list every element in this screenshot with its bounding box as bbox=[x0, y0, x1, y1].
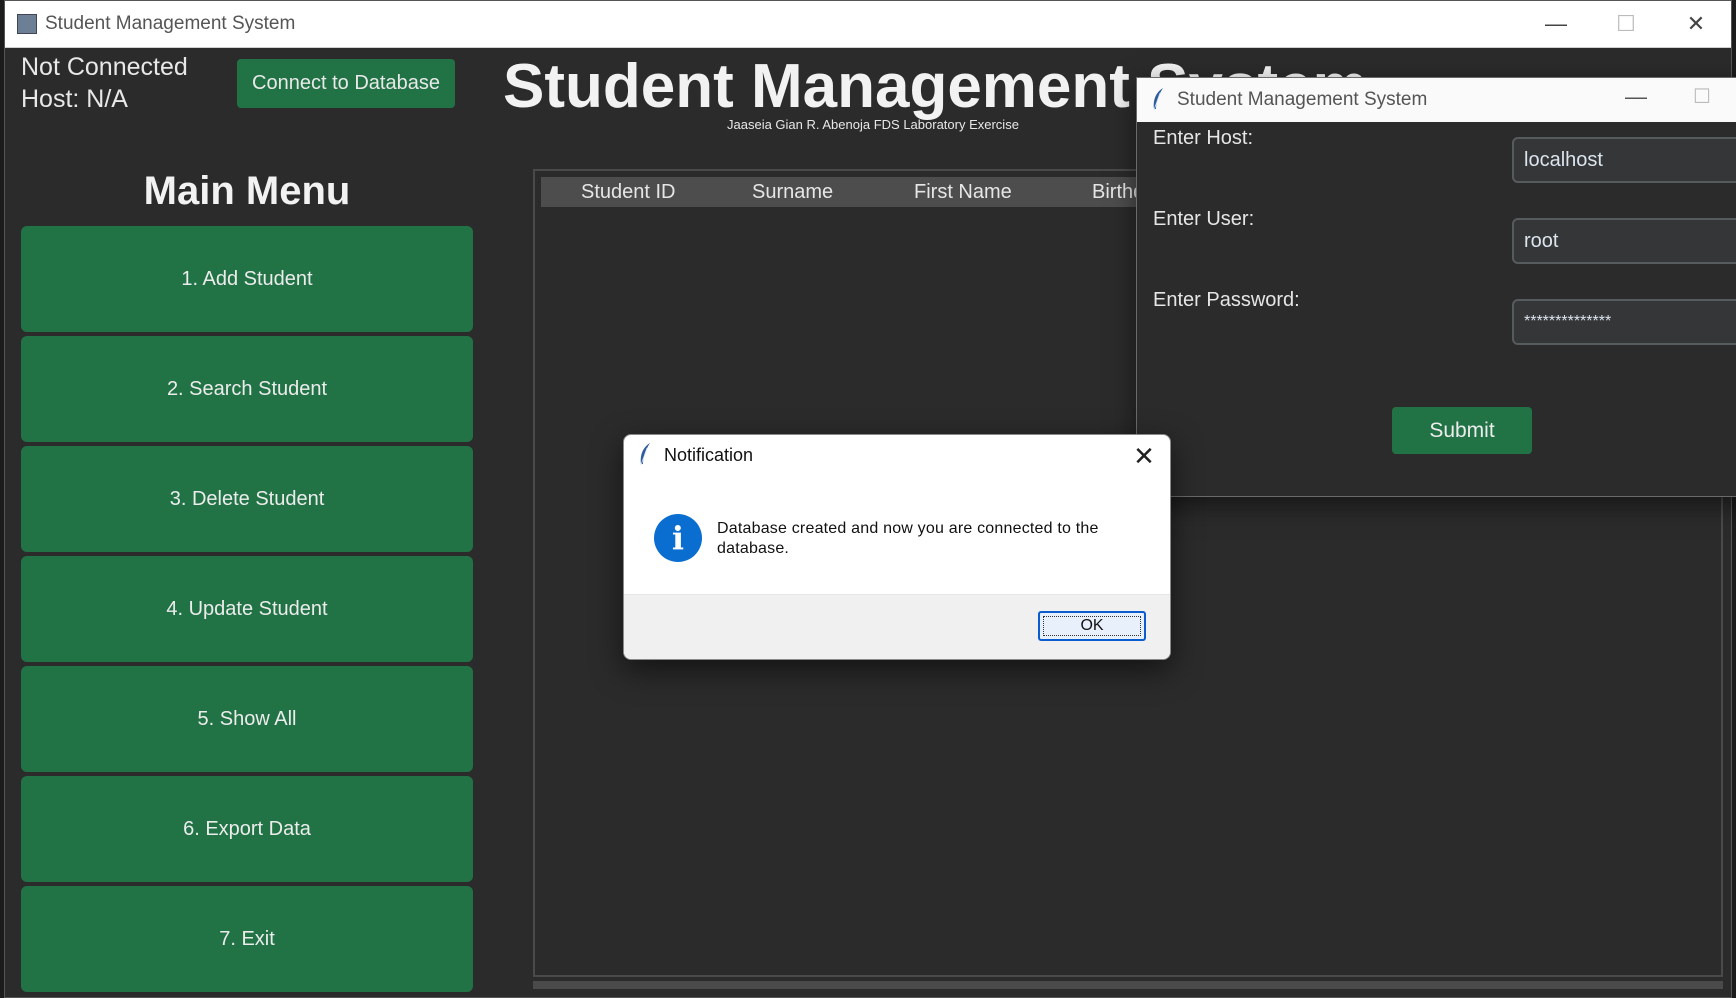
close-button[interactable]: ✕ bbox=[1673, 7, 1719, 41]
host-input[interactable] bbox=[1512, 137, 1736, 183]
connect-database-button[interactable]: Connect to Database bbox=[237, 59, 455, 108]
host-status: Host: N/A bbox=[21, 85, 128, 113]
connection-status: Not Connected bbox=[21, 53, 188, 81]
column-header-student-id[interactable]: Student ID bbox=[581, 181, 676, 204]
update-student-button[interactable]: 4. Update Student bbox=[21, 556, 473, 662]
notification-message: Database created and now you are connect… bbox=[717, 520, 1099, 557]
dialog-minimize-button[interactable]: — bbox=[1625, 84, 1647, 110]
dialog-maximize-button[interactable]: ☐ bbox=[1693, 84, 1711, 109]
maximize-button[interactable]: ☐ bbox=[1603, 7, 1649, 41]
feather-icon bbox=[1151, 87, 1165, 117]
submit-button[interactable]: Submit bbox=[1392, 407, 1532, 454]
show-all-button[interactable]: 5. Show All bbox=[21, 666, 473, 772]
user-label: Enter User: bbox=[1153, 208, 1255, 230]
horizontal-scrollbar[interactable] bbox=[533, 981, 1723, 989]
ok-button[interactable]: OK bbox=[1038, 611, 1146, 641]
dialog-title: Student Management System bbox=[1177, 89, 1428, 110]
delete-student-button[interactable]: 3. Delete Student bbox=[21, 446, 473, 552]
main-window-title: Student Management System bbox=[45, 13, 296, 34]
minimize-button[interactable]: — bbox=[1533, 7, 1579, 41]
column-header-surname[interactable]: Surname bbox=[752, 181, 833, 204]
notification-title: Notification bbox=[664, 445, 754, 465]
page-subtitle: Jaaseia Gian R. Abenoja FDS Laboratory E… bbox=[727, 117, 1019, 132]
host-label: Enter Host: bbox=[1153, 127, 1254, 149]
feather-icon bbox=[638, 442, 652, 472]
column-header-first-name[interactable]: First Name bbox=[914, 181, 1012, 204]
dialog-titlebar: Student Management System — ☐ bbox=[1137, 78, 1736, 122]
notification-dialog: Notification ✕ i Database created and no… bbox=[623, 434, 1171, 660]
exit-button[interactable]: 7. Exit bbox=[21, 886, 473, 992]
notification-footer: OK bbox=[624, 594, 1170, 659]
info-icon: i bbox=[654, 514, 702, 562]
main-menu-title: Main Menu bbox=[143, 169, 351, 213]
search-student-button[interactable]: 2. Search Student bbox=[21, 336, 473, 442]
password-label: Enter Password: bbox=[1153, 289, 1300, 311]
focus-ring bbox=[1043, 616, 1141, 636]
app-icon bbox=[17, 14, 37, 34]
add-student-button[interactable]: 1. Add Student bbox=[21, 226, 473, 332]
export-data-button[interactable]: 6. Export Data bbox=[21, 776, 473, 882]
main-titlebar: Student Management System — ☐ ✕ bbox=[5, 1, 1731, 48]
close-icon[interactable]: ✕ bbox=[1124, 439, 1164, 473]
password-input[interactable] bbox=[1512, 299, 1736, 345]
user-input[interactable] bbox=[1512, 218, 1736, 264]
database-connection-dialog: Student Management System — ☐ Enter Host… bbox=[1136, 77, 1736, 497]
